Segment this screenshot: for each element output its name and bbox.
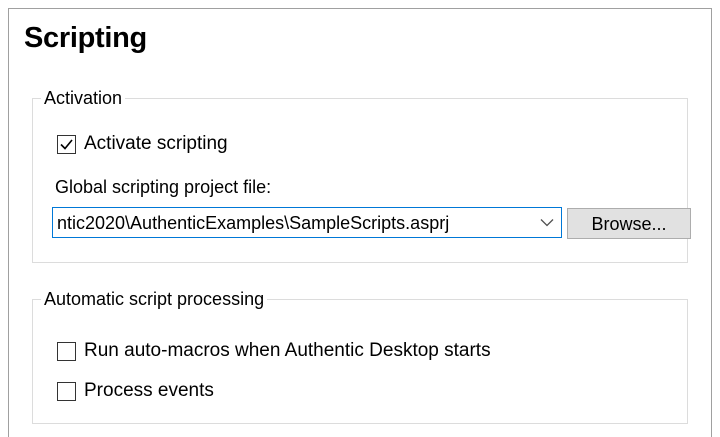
- process-events-label: Process events: [84, 380, 214, 401]
- activate-scripting-label: Activate scripting: [84, 133, 228, 154]
- browse-button[interactable]: Browse...: [567, 208, 691, 239]
- automatic-script-processing-group-title: Automatic script processing: [41, 288, 268, 310]
- run-auto-macros-checkbox[interactable]: Run auto-macros when Authentic Desktop s…: [57, 340, 491, 362]
- process-events-check-box[interactable]: [57, 381, 76, 401]
- checkmark-icon: [60, 138, 73, 150]
- activation-group: Activation Activate scripting Global scr…: [32, 87, 691, 263]
- activate-scripting-checkbox[interactable]: Activate scripting: [57, 133, 228, 155]
- process-events-checkbox[interactable]: Process events: [57, 380, 214, 402]
- activate-scripting-check-box[interactable]: [57, 134, 76, 154]
- run-auto-macros-label: Run auto-macros when Authentic Desktop s…: [84, 340, 491, 361]
- global-project-file-label: Global scripting project file:: [55, 177, 272, 197]
- run-auto-macros-check-box[interactable]: [57, 341, 76, 361]
- automatic-script-processing-group: Automatic script processing Run auto-mac…: [32, 288, 688, 424]
- global-project-file-combobox[interactable]: ntic2020\AuthenticExamples\SampleScripts…: [52, 207, 562, 238]
- page-title: Scripting: [24, 22, 147, 54]
- global-project-file-value[interactable]: ntic2020\AuthenticExamples\SampleScripts…: [53, 212, 533, 234]
- chevron-down-icon[interactable]: [533, 208, 561, 237]
- activation-group-title: Activation: [41, 87, 126, 109]
